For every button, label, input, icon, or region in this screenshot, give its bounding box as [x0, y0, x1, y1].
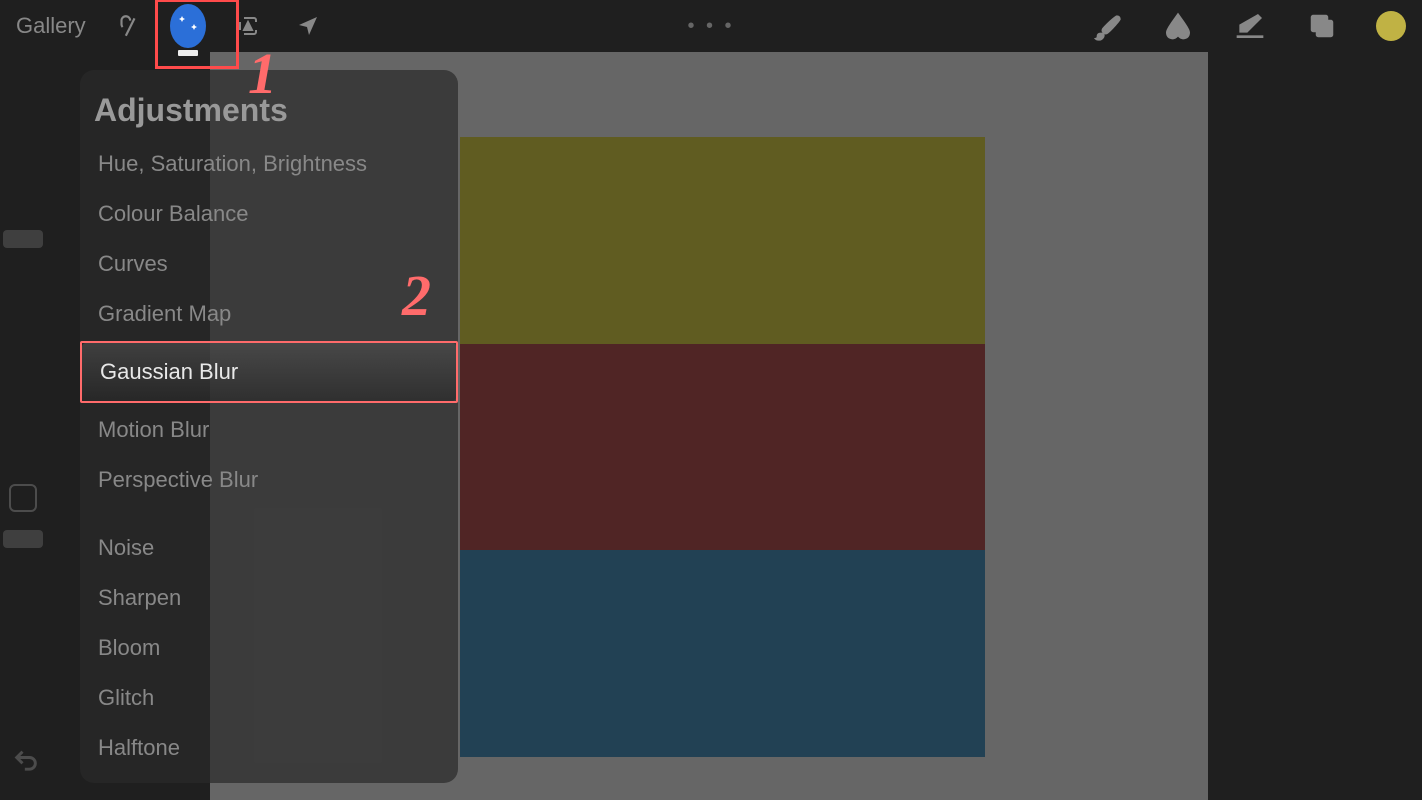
menu-item-halftone[interactable]: Halftone — [80, 723, 458, 773]
side-slider-bottom-group — [0, 530, 45, 548]
side-slider-top-group — [0, 230, 45, 512]
menu-item-colour-balance[interactable]: Colour Balance — [80, 189, 458, 239]
menu-item-motion-blur[interactable]: Motion Blur — [80, 405, 458, 455]
adjustments-popover: Adjustments Hue, Saturation, Brightness … — [80, 70, 458, 783]
popover-title: Adjustments — [80, 92, 458, 139]
artwork-stripe-red — [460, 344, 985, 551]
color-swatch-button[interactable] — [1376, 11, 1406, 41]
menu-item-sharpen[interactable]: Sharpen — [80, 573, 458, 623]
annotation-highlight-1 — [155, 0, 239, 69]
canvas-artwork — [460, 137, 985, 757]
artwork-stripe-blue — [460, 550, 985, 757]
menu-item-label: Gaussian Blur — [100, 359, 238, 384]
smudge-icon[interactable] — [1160, 8, 1196, 44]
brush-icon[interactable] — [1088, 8, 1124, 44]
toolbar-drag-handle[interactable]: • • • — [687, 15, 734, 38]
toolbar-right-group — [1088, 8, 1406, 44]
brush-size-slider[interactable] — [3, 230, 43, 248]
menu-item-gradient-map[interactable]: Gradient Map — [80, 289, 458, 339]
layers-icon[interactable] — [1304, 8, 1340, 44]
gallery-button[interactable]: Gallery — [16, 13, 86, 39]
eraser-icon[interactable] — [1232, 8, 1268, 44]
modify-button[interactable] — [9, 484, 37, 512]
artwork-stripe-yellow — [460, 137, 985, 344]
menu-item-hsb[interactable]: Hue, Saturation, Brightness — [80, 139, 458, 189]
menu-item-glitch[interactable]: Glitch — [80, 673, 458, 723]
actions-icon[interactable] — [110, 8, 146, 44]
menu-item-bloom[interactable]: Bloom — [80, 623, 458, 673]
undo-icon[interactable] — [12, 747, 40, 780]
brush-opacity-slider[interactable] — [3, 530, 43, 548]
menu-separator — [80, 505, 458, 523]
transform-icon[interactable] — [290, 8, 326, 44]
menu-item-curves[interactable]: Curves — [80, 239, 458, 289]
menu-item-noise[interactable]: Noise — [80, 523, 458, 573]
menu-item-gaussian-blur[interactable]: Gaussian Blur — [82, 343, 456, 401]
menu-item-perspective-blur[interactable]: Perspective Blur — [80, 455, 458, 505]
